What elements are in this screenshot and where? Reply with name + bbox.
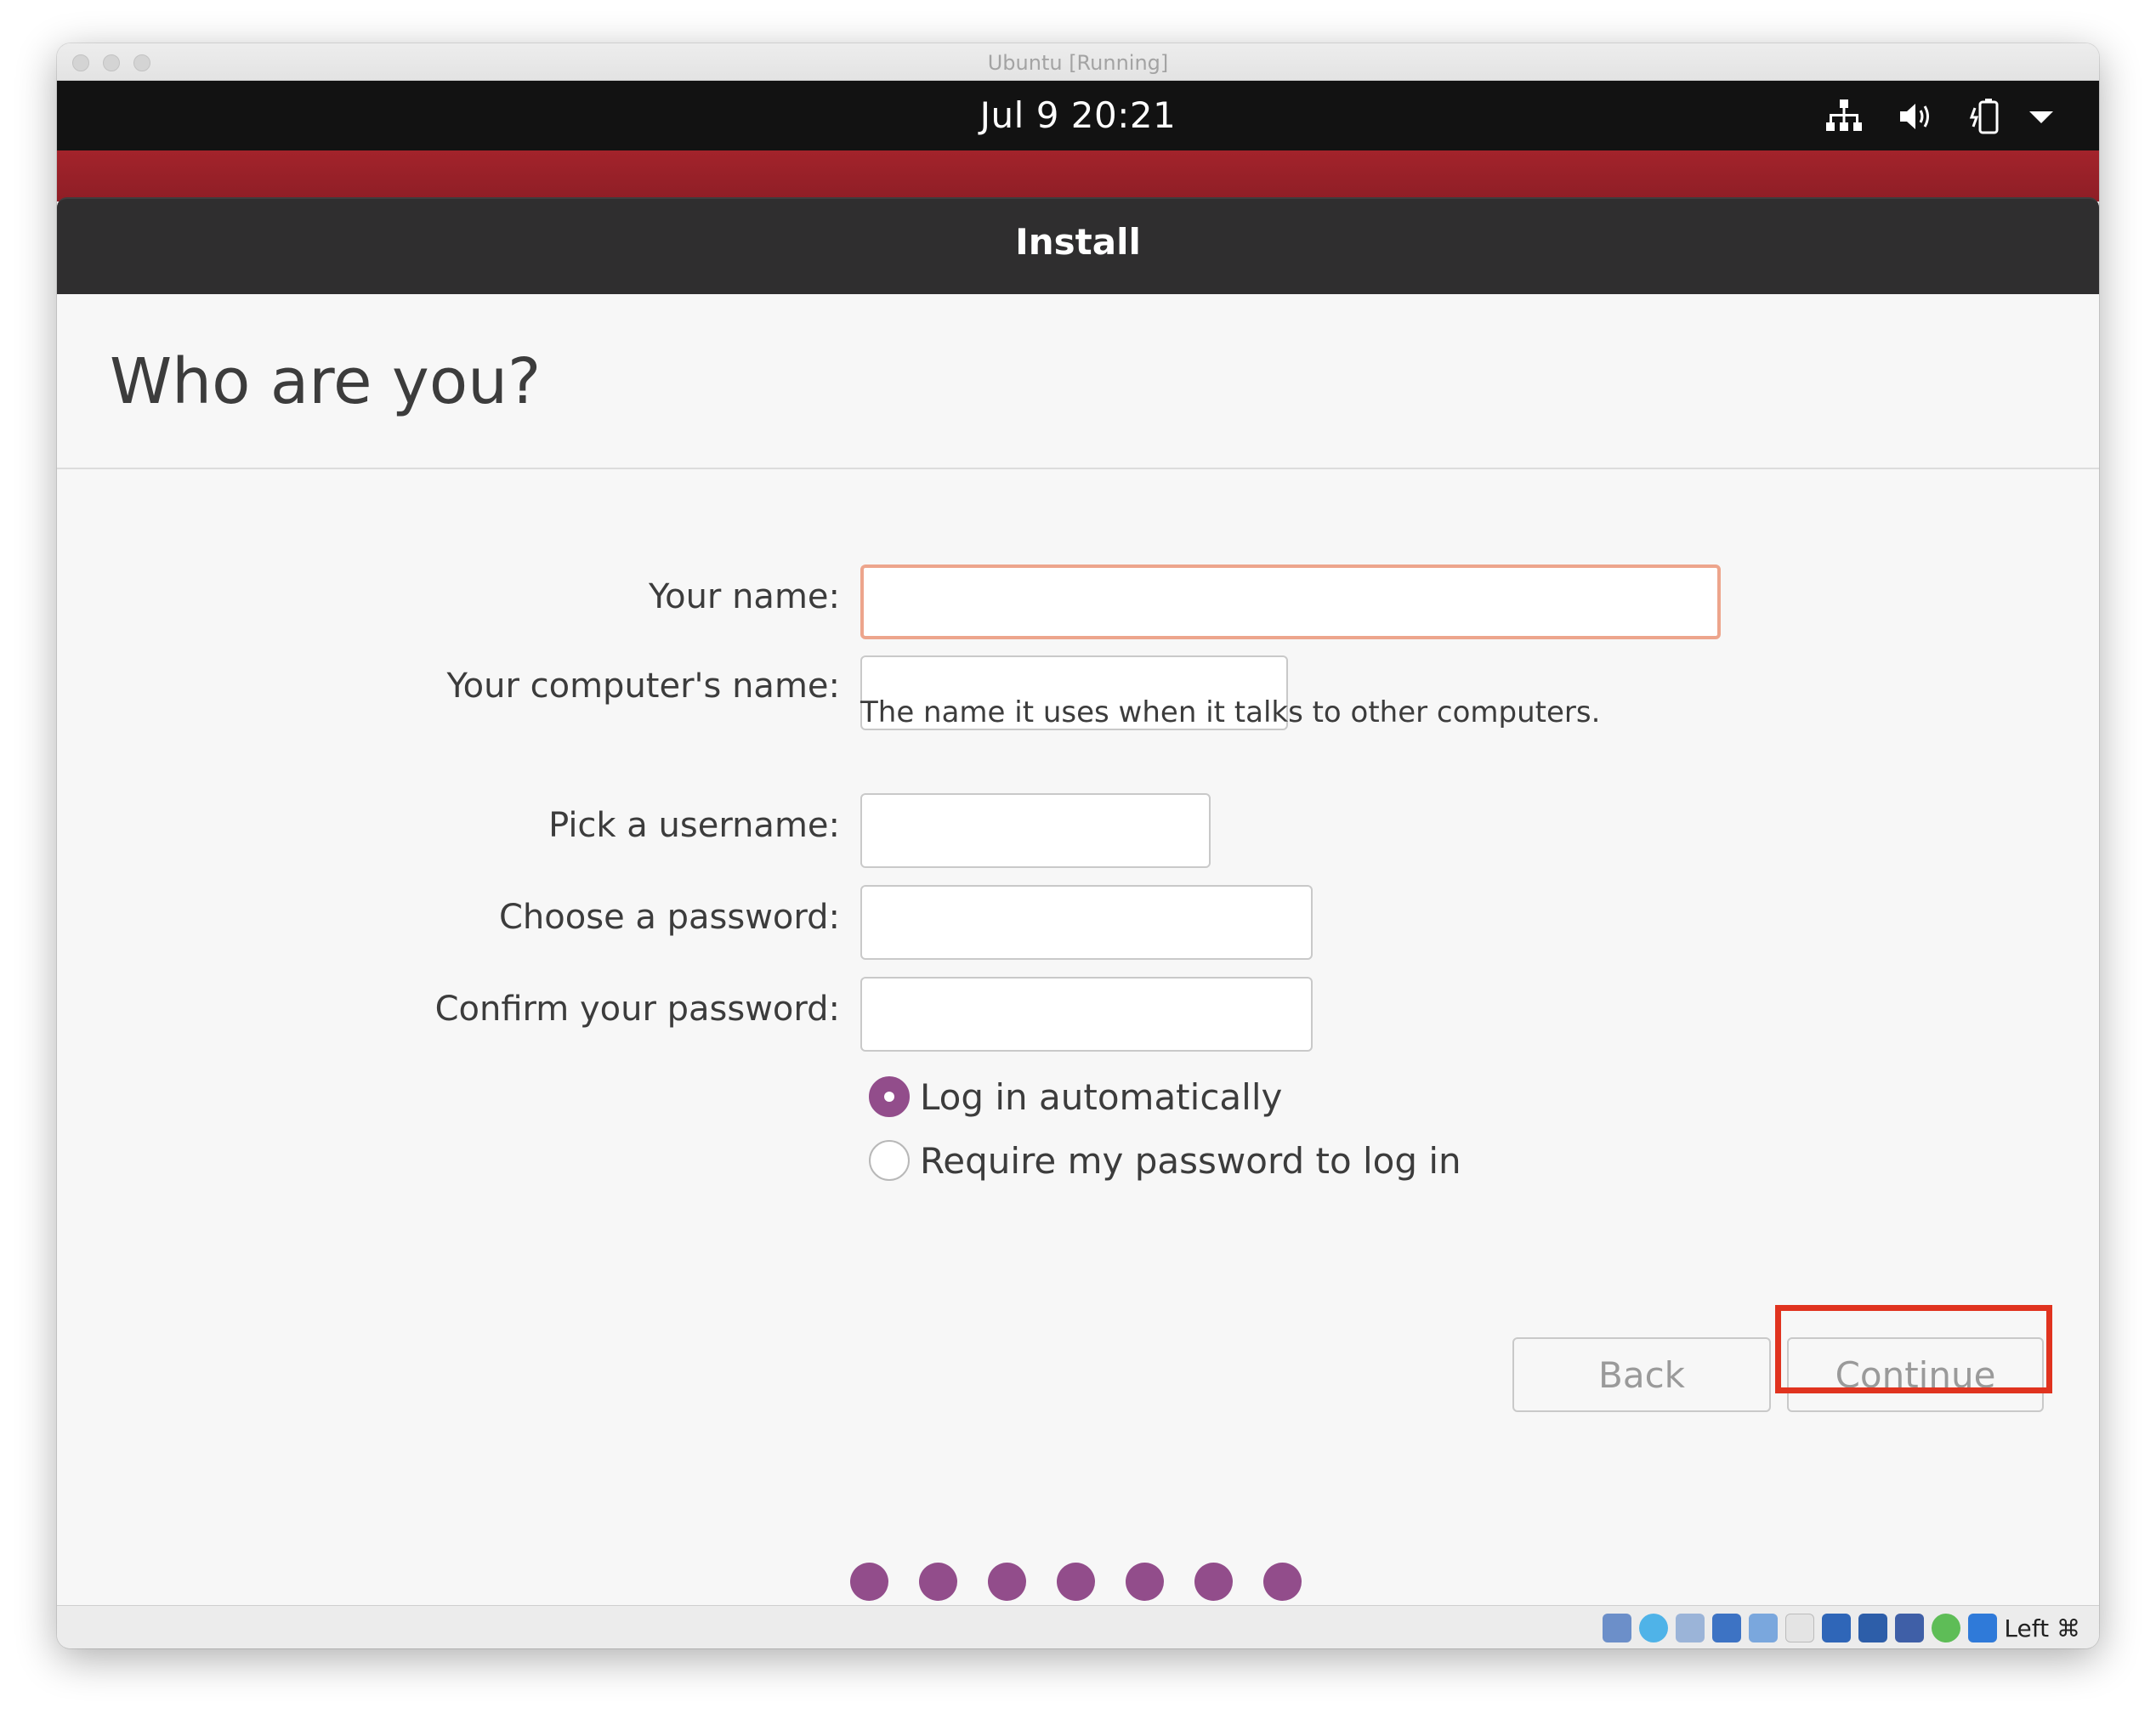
mac-titlebar: Ubuntu [Running] <box>57 43 2099 81</box>
login-automatically-label[interactable]: Log in automatically <box>920 1076 1282 1118</box>
vm-window: Ubuntu [Running] Jul 9 20:21 Install Who… <box>57 43 2099 1648</box>
your-name-input[interactable] <box>860 564 1721 639</box>
your-name-label: Your name: <box>648 577 840 616</box>
display-icon[interactable] <box>1822 1614 1851 1642</box>
ubuntu-top-bar: Jul 9 20:21 <box>57 81 2099 150</box>
require-password-label[interactable]: Require my password to log in <box>920 1140 1461 1182</box>
vbox-status-bar: Left ⌘ <box>57 1605 2099 1648</box>
installer-content: Who are you? Your name: Your computer's … <box>57 294 2099 1605</box>
host-key-label: Left ⌘ <box>2004 1614 2080 1642</box>
confirm-password-label: Confirm your password: <box>434 990 840 1029</box>
guest-additions-icon[interactable] <box>1932 1614 1960 1642</box>
progress-dot <box>919 1563 957 1601</box>
login-automatically-radio[interactable] <box>869 1076 910 1117</box>
hard-disk-icon[interactable] <box>1603 1614 1631 1642</box>
continue-highlight-annotation <box>1775 1305 2052 1393</box>
password-label: Choose a password: <box>499 898 840 937</box>
progress-dot <box>1057 1563 1095 1601</box>
recording-icon[interactable] <box>1858 1614 1887 1642</box>
progress-dot <box>988 1563 1026 1601</box>
progress-dot <box>1263 1563 1302 1601</box>
mouse-integration-icon[interactable] <box>1968 1614 1997 1642</box>
usb-icon[interactable] <box>1749 1614 1778 1642</box>
battery-icon[interactable] <box>1966 96 2007 137</box>
password-input[interactable] <box>860 885 1313 960</box>
username-input[interactable] <box>860 793 1211 868</box>
desktop-background <box>57 150 2099 201</box>
audio-icon[interactable] <box>1676 1614 1705 1642</box>
computer-name-hint: The name it uses when it talks to other … <box>860 695 1601 729</box>
installer-headerbar: Install <box>57 197 2099 294</box>
progress-dot <box>1126 1563 1164 1601</box>
back-button[interactable]: Back <box>1512 1337 1771 1412</box>
page-title: Who are you? <box>110 345 542 418</box>
progress-dot <box>850 1563 888 1601</box>
volume-icon[interactable] <box>1895 96 1936 137</box>
vbox-status-icons <box>1603 1614 1997 1642</box>
username-label: Pick a username: <box>548 806 840 845</box>
confirm-password-input[interactable] <box>860 977 1313 1052</box>
require-password-radio[interactable] <box>869 1140 910 1181</box>
progress-dots <box>850 1563 1302 1601</box>
computer-name-label: Your computer's name: <box>446 667 840 706</box>
cpu-icon[interactable] <box>1895 1614 1924 1642</box>
window-title: Ubuntu [Running] <box>987 51 1169 75</box>
progress-dot <box>1194 1563 1233 1601</box>
optical-drive-icon[interactable] <box>1639 1614 1668 1642</box>
network-adapter-icon[interactable] <box>1712 1614 1741 1642</box>
system-menu-chevron-icon[interactable] <box>2021 96 2062 137</box>
clock[interactable]: Jul 9 20:21 <box>57 94 2099 136</box>
login-automatically-option[interactable]: Log in automatically <box>869 1074 1282 1120</box>
installer-title: Install <box>1015 221 1141 263</box>
header-separator <box>57 468 2099 469</box>
network-icon[interactable] <box>1824 96 1864 137</box>
shared-folders-icon[interactable] <box>1785 1614 1814 1642</box>
require-password-option[interactable]: Require my password to log in <box>869 1137 1461 1183</box>
